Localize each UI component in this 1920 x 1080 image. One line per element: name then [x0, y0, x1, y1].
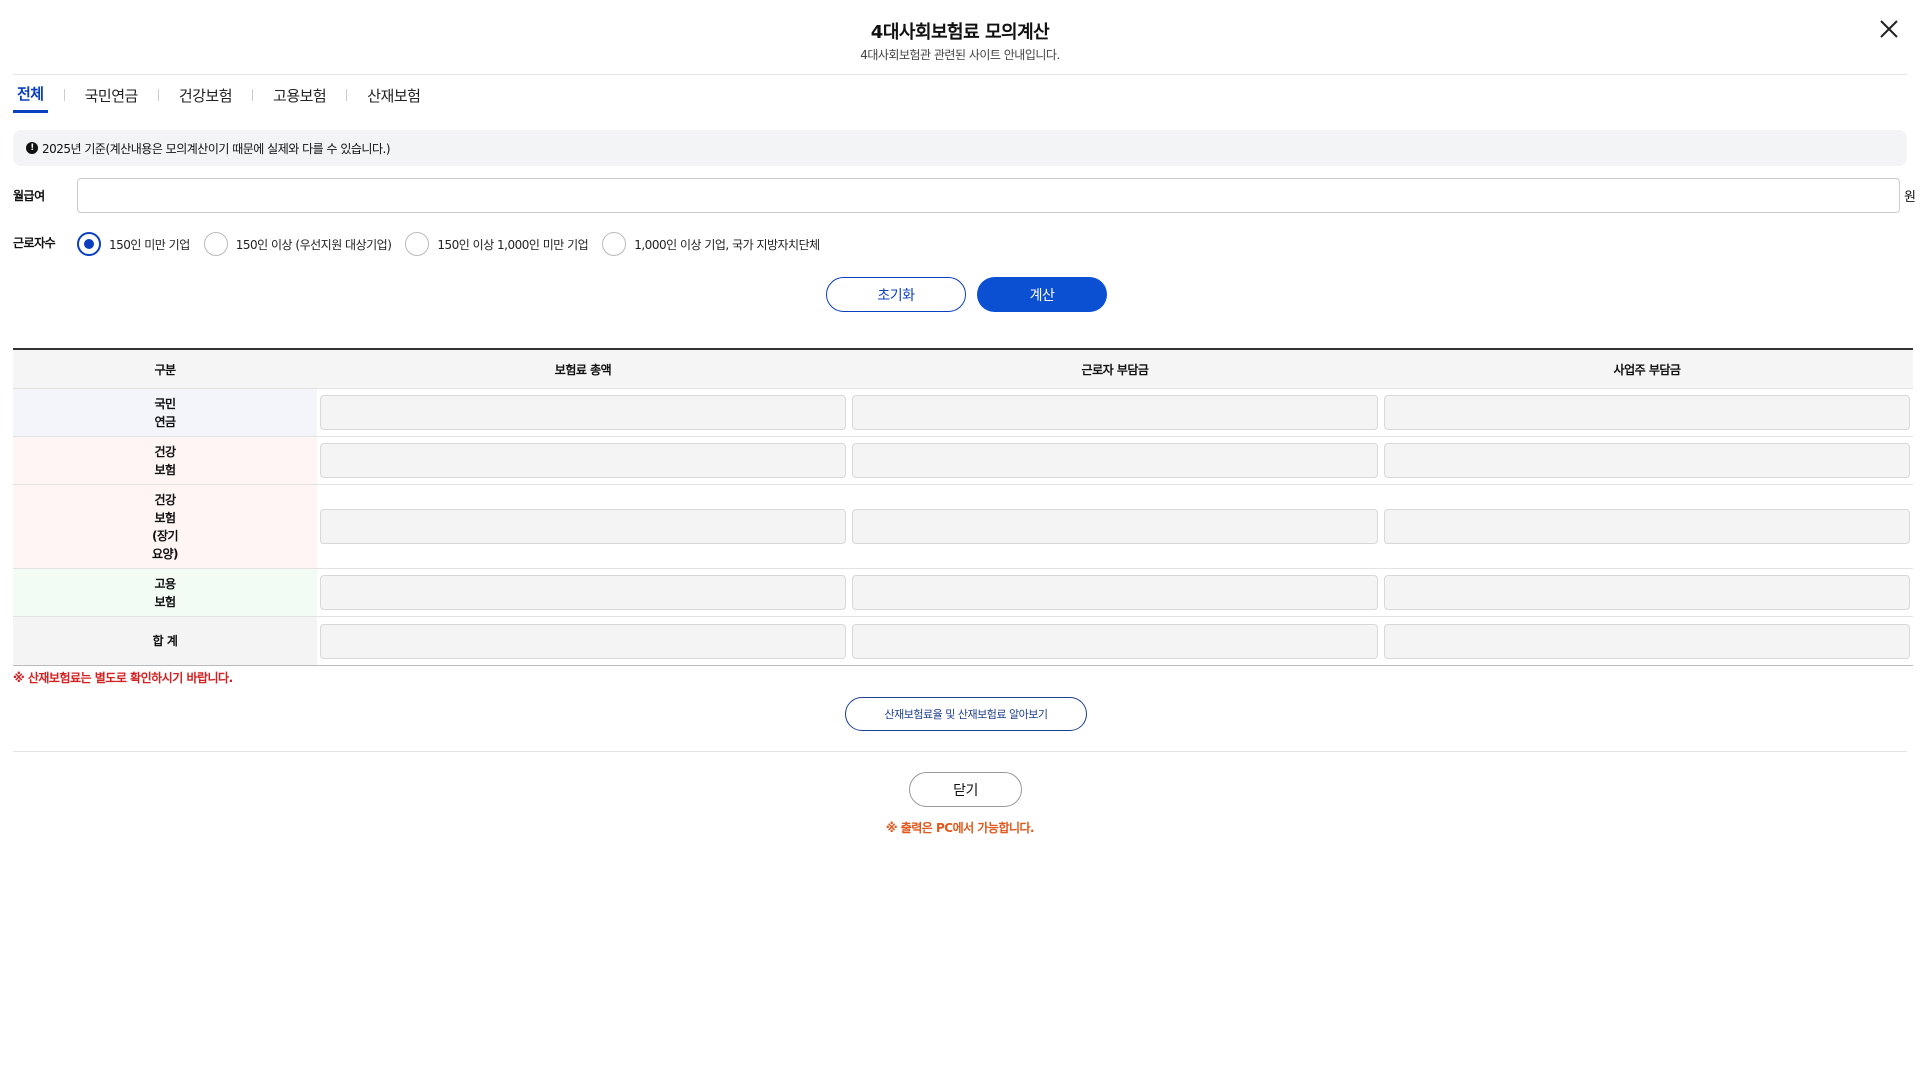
close-icon[interactable]	[1876, 16, 1902, 42]
employer-amount-field	[1384, 395, 1910, 430]
result-table: 구분 보험료 총액 근로자 부담금 사업주 부담금 국민 연금 건강 보험 건강 보…	[13, 348, 1913, 666]
industrial-note: ※ 산재보험료는 별도로 확인하시기 바랍니다.	[13, 671, 233, 685]
salary-unit: 원	[1904, 190, 1916, 205]
tab-all[interactable]: 전체	[13, 83, 48, 113]
page-title: 4대사회보험료 모의계산	[870, 22, 1050, 43]
radio-button[interactable]	[405, 232, 430, 256]
modal-header: 4대사회보험료 모의계산 4대사회보험관 관련된 사이트 안내입니다.	[0, 0, 1920, 74]
table-header-row: 구분 보험료 총액 근로자 부담금 사업주 부담금	[13, 350, 1913, 389]
workers-option-over-1000[interactable]: 1,000인 이상 기업, 국가 지방자치단체	[602, 232, 820, 256]
tab-national-pension[interactable]: 국민연금	[81, 85, 142, 112]
close-button[interactable]: 닫기	[909, 772, 1022, 807]
calculate-button[interactable]: 계산	[977, 277, 1107, 312]
total-amount-field	[320, 395, 846, 430]
workers-label: 근로자수	[13, 236, 56, 250]
workers-option-under-150[interactable]: 150인 미만 기업	[77, 232, 190, 256]
total-amount-field	[320, 575, 846, 610]
industrial-insurance-link-button[interactable]: 산재보험료율 및 산재보험료 알아보기	[845, 697, 1087, 731]
employer-amount-field	[1384, 443, 1910, 478]
info-icon: !	[26, 142, 38, 154]
tab-separator	[157, 89, 159, 101]
table-row-category: 국민 연금	[13, 389, 317, 436]
footer-divider	[13, 751, 1907, 752]
table-cell	[849, 389, 1381, 436]
table-row: 건강 보험 (장기 요양)	[13, 485, 1913, 569]
table-cell	[1381, 617, 1913, 665]
table-cell	[849, 437, 1381, 484]
table-row: 합 계	[13, 617, 1913, 665]
employee-amount-field	[852, 509, 1378, 544]
employee-amount-field	[852, 575, 1378, 610]
table-cell	[317, 389, 849, 436]
table-row-category: 건강 보험 (장기 요양)	[13, 485, 317, 568]
table-row: 건강 보험	[13, 437, 1913, 485]
table-row-category: 합 계	[13, 617, 317, 665]
total-amount-field	[320, 509, 846, 544]
employee-amount-field	[852, 395, 1378, 430]
table-cell	[1381, 569, 1913, 616]
total-amount-field	[320, 623, 846, 659]
table-cell	[1381, 437, 1913, 484]
table-cell	[849, 617, 1381, 665]
print-note: ※ 출력은 PC에서 가능합니다.	[885, 821, 1035, 835]
table-cell	[1381, 485, 1913, 568]
table-cell	[849, 485, 1381, 568]
employer-amount-field	[1384, 509, 1910, 544]
salary-input[interactable]	[77, 178, 1900, 213]
notice-text: 2025년 기준(계산내용은 모의계산이기 때문에 실제와 다를 수 있습니다.…	[42, 141, 391, 156]
table-row: 고용 보험	[13, 569, 1913, 617]
workers-option-150-priority[interactable]: 150인 이상 (우선지원 대상기업)	[203, 232, 392, 256]
table-row-category: 건강 보험	[13, 437, 317, 484]
employee-amount-field	[852, 623, 1378, 659]
tab-industrial-insurance[interactable]: 산재보험	[363, 85, 424, 112]
workers-radio-group: 150인 미만 기업 150인 이상 (우선지원 대상기업) 150인 이상 1…	[77, 232, 834, 256]
tab-bar: 전체 국민연금 건강보험 고용보험 산재보험	[13, 83, 424, 113]
table-cell	[849, 569, 1381, 616]
reset-button[interactable]: 초기화	[826, 277, 966, 312]
tab-separator	[63, 89, 65, 101]
table-cell	[317, 569, 849, 616]
tab-employment-insurance[interactable]: 고용보험	[269, 85, 330, 112]
table-cell	[1381, 389, 1913, 436]
table-cell	[317, 437, 849, 484]
employee-amount-field	[852, 443, 1378, 478]
table-cell	[317, 617, 849, 665]
employer-amount-field	[1384, 575, 1910, 610]
page-subtitle: 4대사회보험관 관련된 사이트 안내입니다.	[860, 48, 1060, 62]
tab-separator	[252, 89, 254, 101]
table-body: 국민 연금 건강 보험 건강 보험 (장기 요양) 고용 보험 합 계	[13, 389, 1913, 665]
radio-label: 1,000인 이상 기업, 국가 지방자치단체	[634, 237, 820, 252]
notice-banner: ! 2025년 기준(계산내용은 모의계산이기 때문에 실제와 다를 수 있습니…	[13, 130, 1907, 166]
workers-option-150-to-1000[interactable]: 150인 이상 1,000인 미만 기업	[405, 232, 589, 256]
table-header-total: 보험료 총액	[317, 350, 849, 388]
employer-amount-field	[1384, 623, 1910, 659]
table-row-category: 고용 보험	[13, 569, 317, 616]
radio-label: 150인 이상 1,000인 미만 기업	[437, 237, 589, 252]
radio-label: 150인 이상 (우선지원 대상기업)	[235, 237, 392, 252]
salary-label: 월급여	[13, 189, 45, 203]
radio-button[interactable]	[77, 232, 101, 256]
radio-button[interactable]	[602, 232, 627, 256]
header-divider	[13, 74, 1907, 75]
tab-separator	[346, 89, 348, 101]
radio-label: 150인 미만 기업	[109, 237, 190, 252]
total-amount-field	[320, 443, 846, 478]
table-row: 국민 연금	[13, 389, 1913, 437]
radio-button[interactable]	[203, 232, 228, 256]
table-header-employer: 사업주 부담금	[1381, 350, 1913, 388]
table-header-employee: 근로자 부담금	[849, 350, 1381, 388]
tab-health-insurance[interactable]: 건강보험	[175, 85, 236, 112]
table-header-category: 구분	[13, 350, 317, 388]
table-cell	[317, 485, 849, 568]
